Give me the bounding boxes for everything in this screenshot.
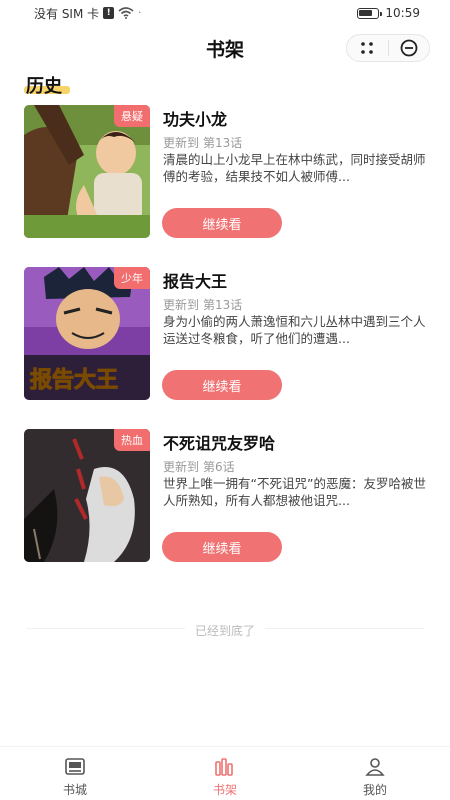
close-circle-icon bbox=[400, 39, 418, 57]
close-button[interactable] bbox=[389, 35, 430, 61]
book-title[interactable]: 功夫小龙 bbox=[163, 106, 227, 130]
latest-chapter: 第13话 bbox=[203, 136, 243, 150]
tab-profile[interactable]: 我的 bbox=[300, 747, 450, 800]
update-info: 更新到 第13话 bbox=[163, 296, 242, 313]
more-button[interactable] bbox=[347, 35, 388, 61]
bookshelf-icon bbox=[215, 758, 233, 776]
book-list: 悬疑 功夫小龙 更新到 第13话 清晨的山上小龙早上在林中练武，同时接受胡师傅的考… bbox=[0, 105, 450, 591]
genre-tag: 热血 bbox=[114, 429, 150, 451]
tab-label: 书架 bbox=[212, 783, 237, 797]
book-description: 世界上唯一拥有“不死诅咒”的恶魔：友罗哈被世人所熟知，所有人都想被他诅咒... bbox=[163, 476, 426, 508]
genre-tag: 少年 bbox=[114, 267, 150, 289]
book-cover[interactable]: 热血 bbox=[24, 429, 150, 562]
mini-program-capsule bbox=[346, 34, 430, 62]
book-cover[interactable]: 报告大王 少年 bbox=[24, 267, 150, 400]
latest-chapter: 第13话 bbox=[203, 298, 243, 312]
update-prefix: 更新到 bbox=[163, 136, 200, 150]
top-nav-bar: 书架 bbox=[0, 26, 450, 70]
book-cover[interactable]: 悬疑 bbox=[24, 105, 150, 238]
book-card[interactable]: 悬疑 功夫小龙 更新到 第13话 清晨的山上小龙早上在林中练武，同时接受胡师傅的考… bbox=[0, 105, 450, 267]
update-info: 更新到 第13话 bbox=[163, 134, 242, 151]
profile-icon bbox=[365, 758, 385, 776]
end-of-list: 已经到底了 bbox=[0, 622, 450, 639]
history-section-header: 历史 bbox=[24, 72, 70, 98]
book-description: 身为小偷的两人萧逸恒和六儿丛林中遇到三个人运送过冬粮食，听了他们的遭遇... bbox=[163, 314, 426, 346]
book-description: 清晨的山上小龙早上在林中练武，同时接受胡师傅的考验，结果技不如人被师傅... bbox=[163, 152, 426, 184]
battery-icon bbox=[357, 7, 383, 19]
book-title[interactable]: 报告大王 bbox=[163, 268, 227, 292]
tab-book-city[interactable]: 书城 bbox=[0, 747, 150, 800]
tab-label: 我的 bbox=[362, 783, 387, 797]
book-card[interactable]: 报告大王 少年 报告大王 更新到 第13话 身为小偷的两人萧逸恒和六儿丛林中遇到三… bbox=[0, 267, 450, 429]
tab-bookshelf[interactable]: 书架 bbox=[150, 747, 300, 800]
book-title[interactable]: 不死诅咒友罗哈 bbox=[163, 430, 275, 454]
svg-text:报告大王: 报告大王 bbox=[30, 368, 118, 393]
page-title: 书架 bbox=[205, 38, 244, 61]
update-prefix: 更新到 bbox=[163, 298, 200, 312]
genre-tag: 悬疑 bbox=[114, 105, 150, 127]
continue-reading-button[interactable]: 继续看 bbox=[162, 208, 282, 238]
more-dots-icon bbox=[361, 42, 374, 54]
status-right: 10:59 bbox=[357, 6, 420, 20]
status-left: 没有 SIM 卡 ! · bbox=[34, 5, 141, 22]
bottom-tab-bar: 书城 书架 我的 bbox=[0, 746, 450, 800]
book-city-icon bbox=[65, 758, 85, 775]
update-prefix: 更新到 bbox=[163, 460, 200, 474]
section-title: 历史 bbox=[26, 76, 62, 97]
latest-chapter: 第6话 bbox=[203, 460, 235, 474]
status-bar: 没有 SIM 卡 ! · 10:59 bbox=[0, 0, 450, 26]
book-card[interactable]: 热血 不死诅咒友罗哈 更新到 第6话 世界上唯一拥有“不死诅咒”的恶魔：友罗哈被世… bbox=[0, 429, 450, 591]
sim-alert-icon: ! bbox=[103, 7, 115, 19]
signal-dot: · bbox=[138, 7, 142, 19]
continue-reading-button[interactable]: 继续看 bbox=[162, 370, 282, 400]
carrier-text: 没有 SIM 卡 bbox=[34, 6, 100, 21]
clock: 10:59 bbox=[385, 6, 420, 20]
continue-reading-button[interactable]: 继续看 bbox=[162, 532, 282, 562]
update-info: 更新到 第6话 bbox=[163, 458, 235, 475]
wifi-icon bbox=[118, 7, 134, 19]
end-of-list-text: 已经到底了 bbox=[184, 624, 265, 638]
tab-label: 书城 bbox=[62, 783, 87, 797]
